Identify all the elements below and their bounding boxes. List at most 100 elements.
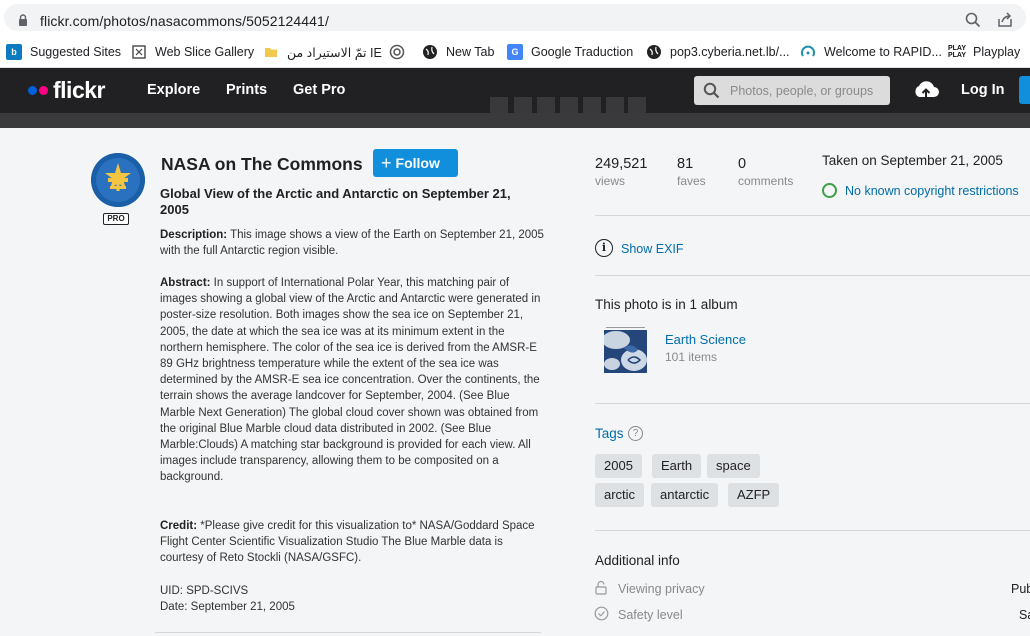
login-link[interactable]: Log In	[961, 82, 1005, 98]
bookmark-label: تمّ الاستيراد من IE	[287, 45, 382, 60]
bookmark-label: Google Traduction	[531, 45, 634, 59]
bookmark-label: New Tab	[446, 45, 495, 59]
abstract-label: Abstract:	[160, 277, 211, 289]
tag-item[interactable]: 2005	[595, 454, 642, 478]
bookmark-label: Welcome to RAPID...	[824, 45, 942, 59]
views-count: 249,521	[595, 156, 648, 172]
search-input[interactable]: Photos, people, or groups	[694, 76, 890, 105]
bookmark-web-slice-gallery[interactable]: Web Slice Gallery	[131, 42, 254, 62]
photo-strip	[0, 113, 1030, 128]
strip-thumb	[537, 97, 555, 113]
bookmark-label: pop3.cyberia.net.lb/...	[670, 45, 790, 59]
photo-description: Description: This image shows a view of …	[160, 227, 545, 259]
owner-avatar[interactable]	[91, 153, 145, 207]
viewing-privacy-label: Viewing privacy	[618, 582, 705, 596]
photo-uid: UID: SPD-SCIVS	[160, 585, 249, 597]
description-label: Description:	[160, 229, 228, 241]
divider	[155, 632, 541, 633]
taken-date[interactable]: Taken on September 21, 2005	[822, 153, 1003, 168]
additional-info-heading: Additional info	[595, 553, 680, 568]
follow-label: Follow	[395, 155, 440, 171]
lock-open-icon	[595, 580, 607, 595]
rapid-icon	[801, 45, 815, 57]
tag-item[interactable]: antarctic	[651, 483, 719, 507]
browser-address-bar: flickr.com/photos/nasacommons/5052124441…	[0, 0, 1030, 36]
bookmark-new-tab[interactable]: New Tab	[422, 42, 494, 62]
bing-icon: b	[6, 44, 22, 60]
divider	[595, 403, 1030, 404]
search-placeholder: Photos, people, or groups	[730, 84, 874, 98]
bookmark-suggested-sites[interactable]: b Suggested Sites	[6, 42, 121, 62]
share-icon[interactable]	[996, 11, 1014, 29]
album-item-count: 101 items	[665, 350, 718, 364]
faves-label: faves	[677, 174, 706, 188]
tag-item[interactable]: arctic	[595, 483, 645, 507]
strip-thumb	[583, 97, 601, 113]
upload-cloud-icon[interactable]	[912, 78, 940, 102]
flickr-logo-pink-dot	[39, 86, 48, 95]
divider	[595, 275, 1030, 276]
album-stack-edge	[606, 327, 645, 328]
bookmark-pop3-cyberia[interactable]: pop3.cyberia.net.lb/...	[646, 42, 790, 62]
tag-item[interactable]: AZFP	[728, 483, 780, 507]
safety-level-label: Safety level	[618, 608, 683, 622]
abstract-text: In support of International Polar Year, …	[160, 277, 541, 484]
zoom-icon[interactable]	[964, 11, 982, 29]
folder-icon	[265, 48, 277, 57]
url-text: flickr.com/photos/nasacommons/5052124441…	[40, 13, 329, 29]
nav-prints[interactable]: Prints	[226, 82, 267, 98]
photo-date: Date: September 21, 2005	[160, 601, 295, 613]
safety-level-value: Sa	[1019, 608, 1030, 622]
nav-get-pro[interactable]: Get Pro	[293, 82, 345, 98]
photo-title: Global View of the Arctic and Antarctic …	[160, 186, 511, 217]
bookmark-google-traduction[interactable]: G Google Traduction	[507, 42, 633, 62]
globe-icon	[647, 45, 661, 59]
credit-label: Credit:	[160, 520, 198, 532]
bookmark-playplay[interactable]: PLAY PLAY Playplay	[947, 42, 1021, 62]
search-icon	[703, 82, 720, 99]
bookmark-welcome-rapid[interactable]: Welcome to RAPID...	[800, 42, 942, 62]
globe-icon	[423, 45, 437, 59]
bookmark-label: Playplay	[973, 45, 1021, 59]
strip-thumb	[606, 97, 624, 113]
playplay-icon: PLAY PLAY	[947, 44, 967, 60]
strip-thumb	[628, 97, 646, 113]
credit-text: *Please give credit for this visualizati…	[160, 520, 535, 565]
comments-label: comments	[738, 174, 794, 188]
comments-count: 0	[738, 156, 747, 172]
album-thumbnail[interactable]	[604, 330, 647, 373]
info-icon: i	[595, 239, 613, 257]
lock-icon	[19, 14, 27, 26]
flickr-logo[interactable]: flickr	[53, 77, 105, 104]
target-icon	[389, 44, 405, 60]
divider	[595, 215, 1030, 216]
license-link[interactable]: No known copyright restrictions	[845, 184, 1019, 198]
follow-button[interactable]: + Follow	[373, 149, 458, 177]
bookmark-label: Suggested Sites	[30, 45, 122, 59]
signup-button[interactable]	[1019, 76, 1030, 104]
license-icon	[822, 183, 837, 198]
bookmark-target[interactable]	[389, 42, 413, 62]
bookmarks-bar: b Suggested Sites Web Slice Gallery تمّ …	[0, 36, 1030, 68]
tag-item[interactable]: space	[707, 454, 760, 478]
viewing-privacy-value: Pub	[1011, 582, 1030, 596]
views-label: views	[595, 174, 626, 188]
web-slice-icon	[132, 45, 146, 59]
show-exif-link[interactable]: Show EXIF	[621, 242, 684, 256]
bookmark-label: Web Slice Gallery	[155, 45, 255, 59]
bookmark-ie-imported[interactable]: تمّ الاستيراد من IE	[263, 42, 382, 62]
owner-name[interactable]: NASA on The Commons	[161, 154, 363, 175]
tag-item[interactable]: Earth	[652, 454, 702, 478]
album-name-link[interactable]: Earth Science	[665, 332, 746, 347]
pro-badge: PRO	[103, 213, 129, 225]
photo-abstract: Abstract: In support of International Po…	[160, 275, 545, 486]
divider	[595, 530, 1030, 531]
url-field[interactable]: flickr.com/photos/nasacommons/5052124441…	[4, 4, 1026, 31]
help-icon[interactable]: ?	[628, 426, 643, 441]
album-heading: This photo is in 1 album	[595, 297, 738, 312]
flickr-logo-blue-dot	[28, 86, 37, 95]
nav-explore[interactable]: Explore	[147, 82, 200, 98]
photo-credit: Credit: *Please give credit for this vis…	[160, 518, 545, 567]
check-circle-icon	[594, 606, 609, 621]
plus-icon: +	[381, 153, 392, 173]
